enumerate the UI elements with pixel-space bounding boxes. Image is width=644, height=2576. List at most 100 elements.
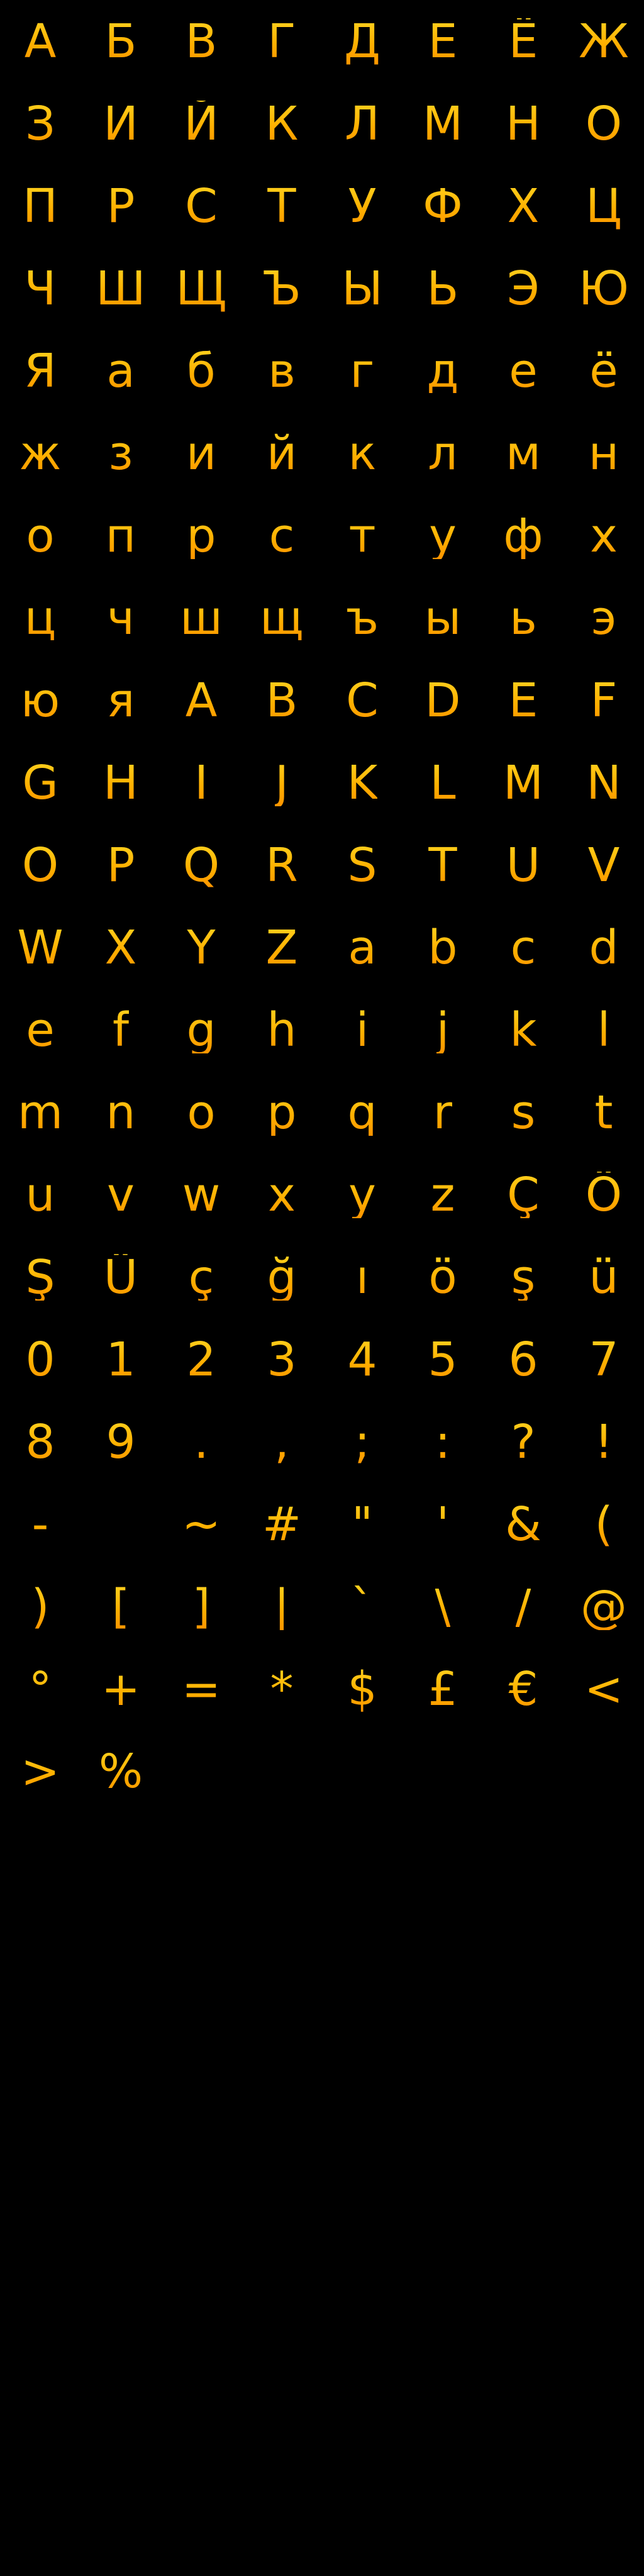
- glyph-row: ) [] | ` \ / @: [0, 1565, 644, 1648]
- glyph: E: [508, 673, 538, 728]
- glyph: o: [187, 1085, 216, 1140]
- glyph-cell: .: [161, 1401, 242, 1483]
- glyph-cell: т: [322, 494, 402, 577]
- glyph: Ъ: [262, 261, 301, 316]
- glyph: б: [187, 343, 216, 398]
- glyph-cell: У: [322, 165, 402, 247]
- glyph-cell: ы: [402, 577, 483, 659]
- glyph: м: [506, 426, 541, 480]
- glyph-cell: ц: [0, 577, 80, 659]
- glyph: d: [589, 920, 619, 975]
- glyph: t: [594, 1085, 613, 1140]
- glyph-row: ЧШЩЪЫЬЭЮ: [0, 247, 644, 330]
- glyph: x: [268, 1167, 296, 1222]
- glyph-cell: X: [80, 906, 161, 989]
- glyph-cell: U: [483, 824, 564, 906]
- glyph-cell: Н: [483, 82, 564, 165]
- glyph-cell: Х: [483, 165, 564, 247]
- glyph-cell: Ц: [564, 165, 644, 247]
- glyph-cell: ,: [242, 1401, 322, 1483]
- glyph: s: [511, 1085, 536, 1140]
- glyph: i: [355, 1002, 369, 1057]
- glyph: B: [265, 673, 298, 728]
- glyph: w: [182, 1167, 221, 1222]
- glyph-cell: p: [242, 1071, 322, 1153]
- glyph-cell: S: [322, 824, 402, 906]
- glyph-cell: f: [80, 989, 161, 1071]
- glyph-cell: з: [80, 412, 161, 494]
- glyph-row: опрстуфх: [0, 494, 644, 577]
- glyph-cell: I: [161, 741, 242, 824]
- glyph: +: [101, 1662, 140, 1716]
- glyph-cell: а: [80, 330, 161, 412]
- glyph: Ч: [24, 261, 57, 316]
- glyph-cell: $: [322, 1648, 402, 1730]
- glyph: г: [350, 343, 375, 398]
- glyph-cell: E: [483, 659, 564, 741]
- glyph-cell: `: [322, 1565, 402, 1648]
- glyph: L: [430, 755, 456, 810]
- glyph-cell: ~: [161, 1483, 242, 1565]
- glyph-cell: 5: [402, 1318, 483, 1401]
- glyph-cell: €: [483, 1648, 564, 1730]
- glyph: И: [103, 96, 138, 151]
- glyph: £: [428, 1662, 458, 1716]
- glyph-row: >%: [0, 1730, 644, 1813]
- glyph: €: [508, 1662, 538, 1716]
- glyph: Z: [265, 920, 298, 975]
- glyph-cell: ı: [322, 1236, 402, 1318]
- glyph-cell: w: [161, 1153, 242, 1236]
- glyph-row: e f gh i j k l: [0, 989, 644, 1071]
- glyph: Г: [267, 14, 296, 69]
- glyph-cell: !: [564, 1401, 644, 1483]
- glyph-cell: 4: [322, 1318, 402, 1401]
- glyph-cell: З: [0, 82, 80, 165]
- glyph-cell: a: [322, 906, 402, 989]
- glyph-row: mnopq r s t: [0, 1071, 644, 1153]
- glyph: Я: [24, 343, 57, 398]
- glyph: П: [23, 179, 58, 233]
- glyph-cell: b: [402, 906, 483, 989]
- glyph-cell: <: [564, 1648, 644, 1730]
- glyph: Ю: [579, 261, 629, 316]
- glyph: з: [108, 426, 133, 480]
- glyph: Ş: [25, 1250, 55, 1304]
- glyph: <: [584, 1662, 623, 1716]
- glyph: u: [25, 1167, 55, 1222]
- glyph: v: [107, 1167, 135, 1222]
- glyph: ъ: [345, 591, 379, 645]
- glyph-cell: ?: [483, 1401, 564, 1483]
- glyph-cell: =: [161, 1648, 242, 1730]
- glyph: О: [585, 96, 623, 151]
- glyph-cell: P: [80, 824, 161, 906]
- glyph: 4: [347, 1332, 377, 1387]
- glyph-cell: j: [402, 989, 483, 1071]
- glyph-cell: A: [161, 659, 242, 741]
- glyph-cell: П: [0, 165, 80, 247]
- glyph: ö: [428, 1250, 457, 1304]
- glyph-cell: n: [80, 1071, 161, 1153]
- glyph-cell: О: [564, 82, 644, 165]
- glyph: |: [274, 1579, 290, 1634]
- glyph: A: [185, 673, 218, 728]
- glyph-cell: 3: [242, 1318, 322, 1401]
- glyph: У: [348, 179, 377, 233]
- glyph-cell: о: [0, 494, 80, 577]
- glyph: Ж: [579, 14, 629, 69]
- glyph: k: [509, 1002, 537, 1057]
- glyph-cell: 2: [161, 1318, 242, 1401]
- glyph-cell: d: [564, 906, 644, 989]
- glyph: Q: [182, 838, 220, 892]
- glyph: ч: [107, 591, 135, 645]
- glyph: ü: [589, 1250, 619, 1304]
- glyph-cell: ъ: [322, 577, 402, 659]
- glyph-cell: у: [402, 494, 483, 577]
- glyph: 7: [589, 1332, 619, 1387]
- glyph: ğ: [267, 1250, 297, 1304]
- glyph-cell: ф: [483, 494, 564, 577]
- glyph-cell: х: [564, 494, 644, 577]
- glyph-cell: Ş: [0, 1236, 80, 1318]
- glyph-cell: \: [402, 1565, 483, 1648]
- glyph-cell: г: [322, 330, 402, 412]
- glyph: N: [586, 755, 621, 810]
